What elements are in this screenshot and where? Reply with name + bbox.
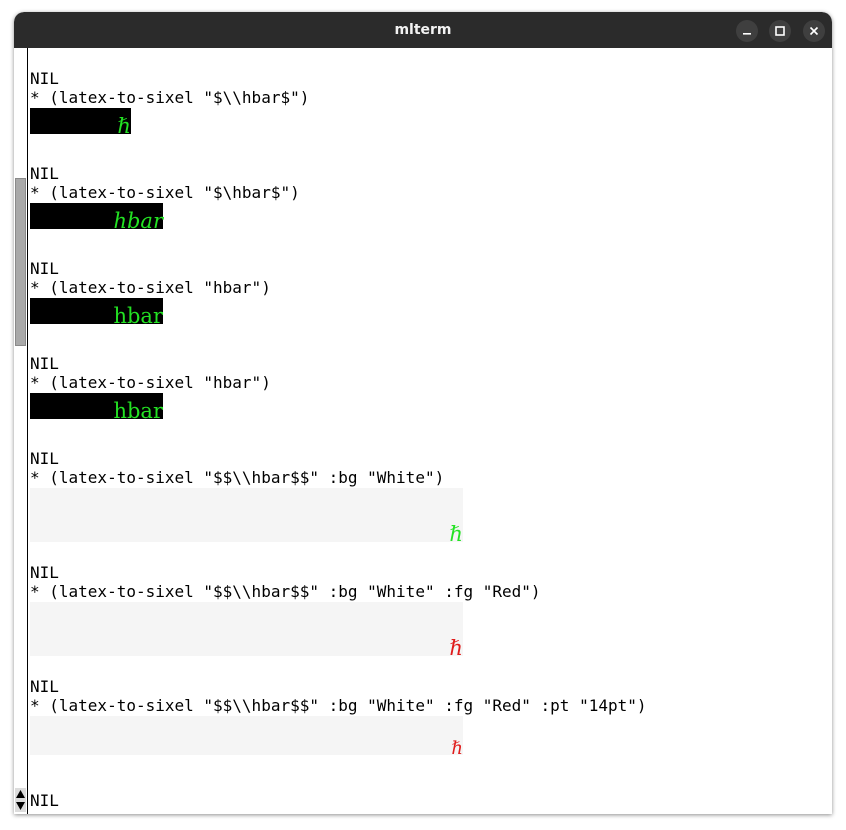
sixel-glyph: hbar: [113, 209, 163, 233]
command-line: * (latex-to-sixel "$\hbar$"): [30, 183, 300, 202]
sixel-glyph: hbar: [113, 399, 163, 423]
sixel-image: ℏ: [30, 488, 463, 546]
scroll-down-icon[interactable]: [15, 800, 26, 812]
sixel-glyph: ℏ: [449, 522, 463, 546]
close-icon: [809, 26, 819, 36]
output-line: NIL: [30, 354, 59, 373]
command-line: * (latex-to-sixel "$$\\hbar$$" :bg "Whit…: [30, 468, 445, 487]
scroll-up-icon[interactable]: [15, 788, 26, 800]
output-line: NIL: [30, 69, 59, 88]
sixel-image: ℏ: [30, 716, 463, 759]
terminal-area[interactable]: NIL * (latex-to-sixel "$\\hbar$") ℏ NIL …: [14, 48, 832, 814]
output-line: NIL: [30, 791, 59, 810]
close-button[interactable]: [803, 20, 825, 42]
output-line: NIL: [30, 677, 59, 696]
command-line: * (latex-to-sixel "hbar"): [30, 278, 271, 297]
minimize-icon: [743, 33, 751, 35]
command-line: * (latex-to-sixel "$\\hbar$"): [30, 88, 310, 107]
sixel-glyph: ℏ: [117, 114, 131, 138]
sixel-image: hbar: [30, 203, 163, 233]
maximize-button[interactable]: [769, 20, 791, 42]
maximize-icon: [775, 26, 785, 36]
output-line: NIL: [30, 259, 59, 278]
output-line: NIL: [30, 449, 59, 468]
sixel-image: hbar: [30, 393, 163, 423]
minimize-button[interactable]: [736, 20, 758, 42]
sixel-glyph: ℏ: [449, 636, 463, 660]
scrollbar-thumb[interactable]: [15, 178, 26, 346]
sixel-image: hbar: [30, 298, 163, 328]
command-line: * (latex-to-sixel "$$\\hbar$$" :bg "Whit…: [30, 696, 647, 715]
title-bar[interactable]: mlterm: [14, 12, 832, 48]
sixel-glyph: hbar: [113, 304, 163, 328]
command-line: * (latex-to-sixel "hbar"): [30, 373, 271, 392]
output-line: NIL: [30, 164, 59, 183]
scroll-arrows[interactable]: [15, 788, 26, 812]
sixel-image: ℏ: [30, 602, 463, 660]
mlterm-window: mlterm NIL * (latex-to-sixel "$\\hbar$")…: [14, 12, 832, 814]
scrollbar[interactable]: [14, 48, 28, 814]
output-line: NIL: [30, 563, 59, 582]
sixel-glyph: ℏ: [451, 738, 463, 759]
terminal-text[interactable]: NIL * (latex-to-sixel "$\\hbar$") ℏ NIL …: [30, 48, 832, 814]
sixel-image: ℏ: [30, 108, 131, 138]
command-line: * (latex-to-sixel "$$\\hbar$$" :bg "Whit…: [30, 582, 541, 601]
window-title: mlterm: [394, 22, 452, 38]
